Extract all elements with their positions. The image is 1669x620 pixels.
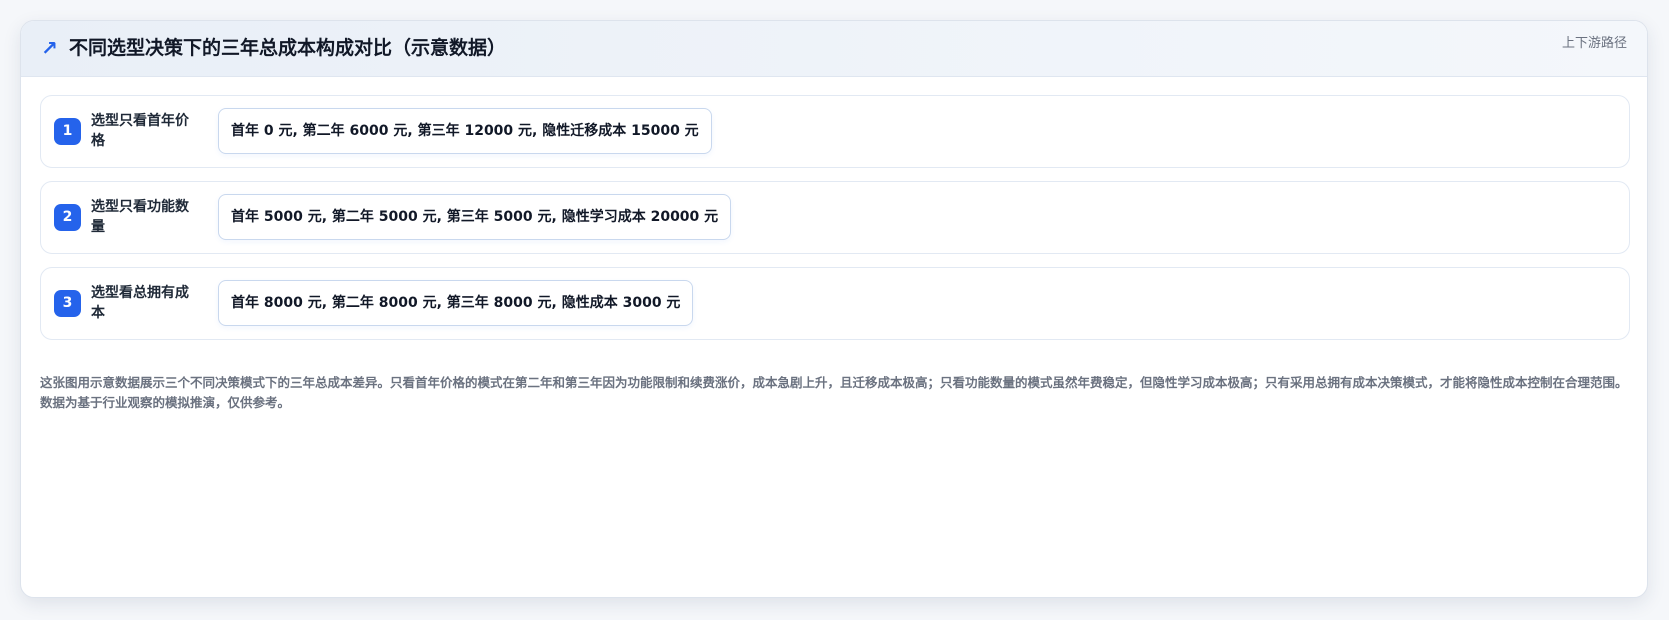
trend-arrow-icon: ↗ [41,36,58,60]
cost-detail-box: 首年 0 元, 第二年 6000 元, 第三年 12000 元, 隐性迁移成本 … [218,108,712,154]
cost-detail-box: 首年 8000 元, 第二年 8000 元, 第三年 8000 元, 隐性成本 … [218,280,694,326]
row-number-badge: 3 [54,290,81,317]
row-number-badge: 2 [54,204,81,231]
decision-row-feature-count: 2 选型只看功能数量 首年 5000 元, 第二年 5000 元, 第三年 50… [40,181,1630,254]
decision-mode-list: 1 选型只看首年价格 首年 0 元, 第二年 6000 元, 第三年 12000… [40,95,1630,353]
card-header: ↗ 不同选型决策下的三年总成本构成对比（示意数据） 上下游路径 [21,21,1647,77]
cost-comparison-card: ↗ 不同选型决策下的三年总成本构成对比（示意数据） 上下游路径 1 选型只看首年… [20,20,1648,598]
decision-row-total-cost-of-ownership: 3 选型看总拥有成本 首年 8000 元, 第二年 8000 元, 第三年 80… [40,267,1630,340]
row-label: 选型只看功能数量 [91,199,189,235]
decision-row-first-year-price: 1 选型只看首年价格 首年 0 元, 第二年 6000 元, 第三年 12000… [40,95,1630,168]
row-number-badge: 1 [54,118,81,145]
row-label: 选型看总拥有成本 [91,285,189,321]
card-title: 不同选型决策下的三年总成本构成对比（示意数据） [69,37,507,59]
row-label: 选型只看首年价格 [91,113,189,149]
cost-detail-box: 首年 5000 元, 第二年 5000 元, 第三年 5000 元, 隐性学习成… [218,194,732,240]
chart-description: 这张图用示意数据展示三个不同决策模式下的三年总成本差异。只看首年价格的模式在第二… [40,375,1628,410]
upstream-downstream-path-link[interactable]: 上下游路径 [1562,36,1627,52]
